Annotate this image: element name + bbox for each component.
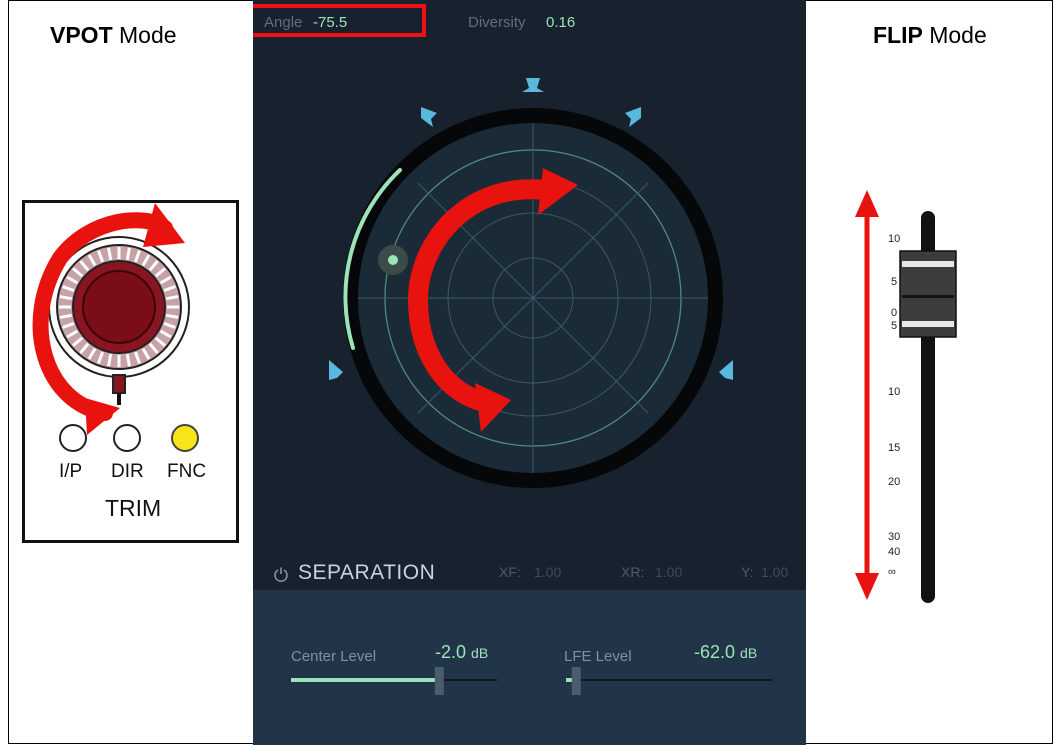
lfe-level-thumb bbox=[571, 667, 581, 695]
speaker-right-icon bbox=[625, 107, 641, 127]
fader-scale-10-top: 10 bbox=[888, 233, 901, 245]
fader-cap-line-center bbox=[902, 295, 954, 298]
vpot-mode-title: VPOT Mode bbox=[50, 22, 177, 48]
power-icon[interactable] bbox=[273, 566, 289, 582]
fader-scale-0: 0 bbox=[891, 307, 898, 319]
vpot-arrowhead-bottom bbox=[85, 398, 120, 435]
y-label: Y: bbox=[741, 564, 754, 580]
flip-mode-title: FLIP Mode bbox=[873, 22, 987, 48]
xf-value[interactable]: 1.00 bbox=[534, 564, 561, 580]
panner-display[interactable] bbox=[253, 0, 806, 560]
speaker-right-surround-icon bbox=[719, 360, 733, 380]
fader-scale-20: 20 bbox=[888, 476, 901, 488]
separation-title: SEPARATION bbox=[298, 561, 436, 584]
led-dir bbox=[113, 424, 141, 452]
fader-cap-line-top bbox=[902, 261, 954, 267]
xr-value[interactable]: 1.00 bbox=[655, 564, 682, 580]
speaker-center-icon bbox=[522, 78, 544, 92]
fader-scale-10-bottom: 10 bbox=[888, 386, 901, 398]
knob-tooth bbox=[125, 247, 131, 260]
fader-arrowhead-bottom bbox=[855, 573, 879, 600]
fader-scale-5-top: 5 bbox=[891, 276, 898, 288]
fader-arrowhead-top bbox=[855, 190, 879, 217]
center-level-readout[interactable]: -2.0 dB bbox=[435, 642, 488, 663]
fader-scale-30: 30 bbox=[888, 531, 901, 543]
xr-label: XR: bbox=[621, 564, 645, 580]
fader-cap-line-bottom bbox=[902, 321, 954, 327]
vpot-knob-cap bbox=[82, 270, 156, 344]
knob-tooth bbox=[166, 295, 179, 301]
fader-scale-5-bottom: 5 bbox=[891, 320, 898, 332]
trim-label: TRIM bbox=[105, 495, 162, 521]
vpot-knob-stem bbox=[112, 374, 126, 394]
speaker-left-surround-icon bbox=[329, 360, 343, 380]
fader-illustration bbox=[855, 190, 957, 603]
fader-scale-infinity: ∞ bbox=[888, 566, 896, 578]
knob-tooth bbox=[166, 313, 179, 319]
y-value[interactable]: 1.00 bbox=[761, 564, 788, 580]
vpot-trim-panel: I/P DIR FNC TRIM bbox=[22, 200, 239, 543]
fader-scale-15: 15 bbox=[888, 442, 901, 454]
knob-tooth bbox=[125, 354, 131, 367]
speaker-left-icon bbox=[421, 107, 437, 127]
vpot-knob-illustration bbox=[32, 203, 199, 452]
xf-label: XF: bbox=[499, 564, 521, 580]
fader-scale-40: 40 bbox=[888, 546, 901, 558]
led-dir-label: DIR bbox=[111, 461, 144, 482]
lfe-level-readout[interactable]: -62.0 dB bbox=[694, 642, 757, 663]
surround-panner-plugin: Angle -75.5 Diversity 0.16 SEPARATION XF… bbox=[253, 0, 806, 745]
vpot-knob-pointer bbox=[117, 393, 121, 405]
knob-tooth bbox=[59, 295, 72, 301]
knob-tooth bbox=[59, 313, 72, 319]
led-ip-label: I/P bbox=[59, 461, 83, 482]
led-ip bbox=[59, 424, 87, 452]
pan-puck bbox=[388, 255, 398, 265]
level-sliders[interactable] bbox=[253, 662, 806, 702]
led-fnc-label: FNC bbox=[167, 461, 207, 482]
vpot-arrowhead-top bbox=[143, 203, 185, 247]
center-level-thumb bbox=[434, 667, 444, 695]
knob-tooth bbox=[107, 354, 113, 367]
knob-tooth bbox=[107, 247, 113, 260]
led-fnc bbox=[171, 424, 199, 452]
